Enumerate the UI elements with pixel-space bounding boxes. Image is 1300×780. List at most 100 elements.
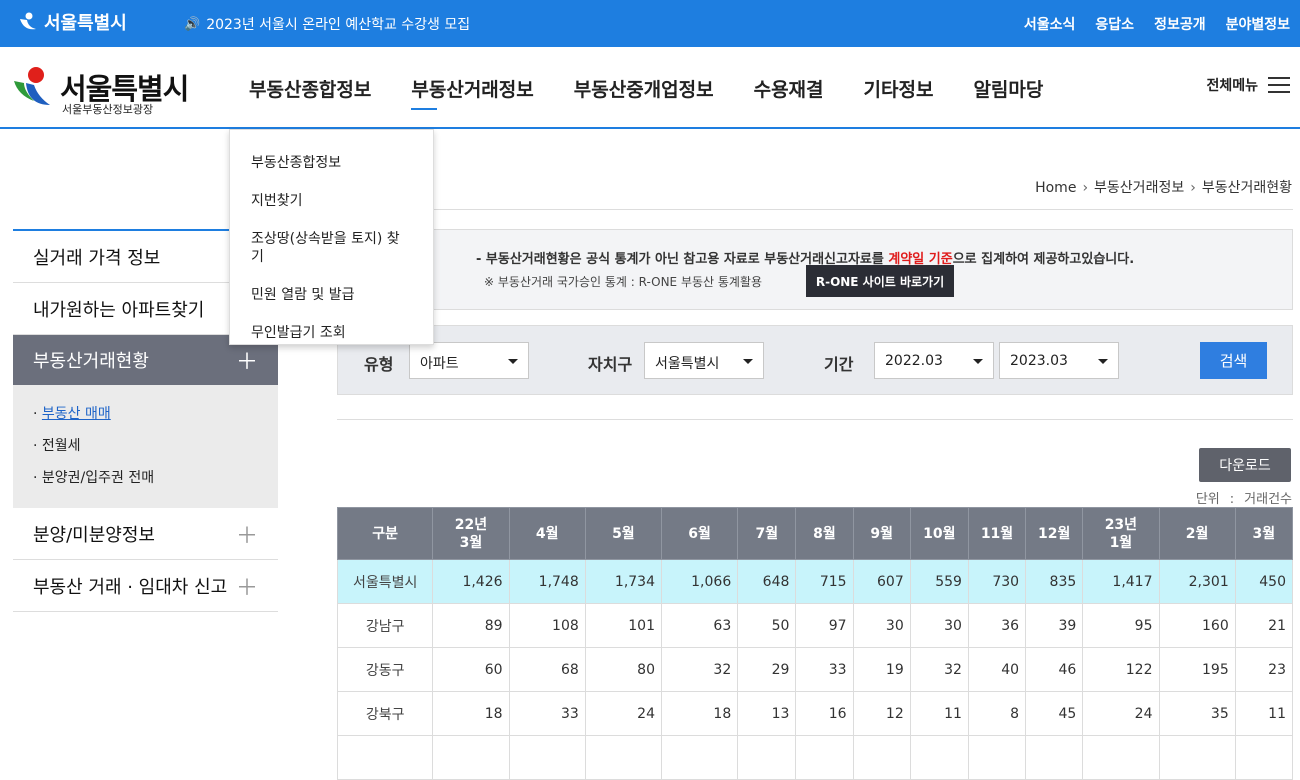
chevron-right-icon: › — [1082, 180, 1089, 196]
table-cell — [432, 735, 510, 780]
top-link-eungdapso[interactable]: 응답소 — [1095, 14, 1134, 34]
submenu-label: 부동산 매매 — [41, 406, 111, 422]
top-link-news[interactable]: 서울소식 — [1024, 14, 1076, 34]
title-divider — [337, 209, 1293, 210]
table-header-row: 구분 22년 3월 4월 5월 6월 7월 8월 9월 10월 11월 12월 23년 1월 2월 3월 — [336, 507, 1294, 560]
table-cell — [660, 735, 739, 780]
top-bar: 서울특별시 🔊 2023년 서울시 온라인 예산학교 수강생 모집 서울소식 응… — [0, 0, 1300, 47]
nav-expropriation[interactable]: 수용재결 — [754, 75, 824, 102]
sidebar-item-label: 부동산 거래 · 임대차 신고 — [33, 576, 228, 598]
notice-link[interactable]: 🔊 2023년 서울시 온라인 예산학교 수강생 모집 — [184, 14, 470, 34]
table-cell: 32 — [909, 647, 969, 692]
table-row: 강동구 60 68 80 32 29 33 19 32 40 46 122 195 23 — [336, 647, 1294, 692]
top-links: 서울소식 응답소 정보공개 분야별정보 — [1004, 14, 1290, 34]
nav-other-info[interactable]: 기타정보 — [864, 75, 934, 102]
nav-transaction-info[interactable]: 부동산거래정보 — [411, 75, 534, 110]
notice-text: 2023년 서울시 온라인 예산학교 수강생 모집 — [206, 17, 471, 33]
table-cell: 18 — [432, 691, 510, 736]
column-header-line: 22년 — [454, 516, 488, 533]
period-to-value: 2023.03 — [1010, 353, 1068, 369]
column-header: 4월 — [508, 507, 586, 560]
table-cell: 1,734 — [584, 559, 663, 604]
column-header: 23년 1월 — [1082, 507, 1160, 560]
dropdown-item-lot-search[interactable]: 지번찾기 — [230, 182, 433, 220]
table-cell — [967, 735, 1027, 780]
table-cell: 24 — [1082, 691, 1160, 736]
table-cell: 40 — [967, 647, 1027, 692]
submenu-label: 분양권/입주권 전매 — [41, 470, 155, 486]
dropdown-item-kiosk[interactable]: 무인발급기 조회 — [230, 314, 433, 352]
caret-down-icon — [1098, 359, 1108, 364]
column-header-line: 5월 — [612, 525, 635, 542]
table-head: 구분 22년 3월 4월 5월 6월 7월 8월 9월 10월 11월 12월 23년 1월 2월 3월 — [336, 507, 1294, 560]
chevron-right-icon: › — [1190, 180, 1196, 196]
table-cell — [1025, 735, 1084, 780]
table-cell: 2,301 — [1158, 559, 1236, 604]
table-cell: 36 — [967, 603, 1027, 648]
sidebar-item-report[interactable]: 부동산 거래 · 임대차 신고 ＋ — [13, 560, 278, 612]
column-header: 구분 — [336, 507, 434, 560]
table-cell: 19 — [852, 647, 911, 692]
nav-real-estate-info[interactable]: 부동산종합정보 — [249, 75, 371, 102]
table-cell: 648 — [737, 559, 797, 604]
sidebar-item-label: 분양/미분양정보 — [33, 524, 155, 546]
column-header-line: 23년 — [1104, 516, 1138, 533]
breadcrumb-home[interactable]: Home — [1035, 180, 1076, 196]
site-logo[interactable]: 서울특별시 서울부동산정보광장 — [12, 65, 202, 116]
district-select[interactable]: 서울특별시 — [644, 342, 764, 379]
submenu-item-sale[interactable]: · 부동산 매매 — [33, 403, 258, 423]
table-cell: 23 — [1234, 647, 1294, 692]
table-cell: 13 — [737, 691, 797, 736]
nav-notice[interactable]: 알림마당 — [973, 75, 1043, 102]
period-from-select[interactable]: 2022.03 — [874, 342, 994, 379]
column-header: 6월 — [660, 507, 739, 560]
seoul-brand-link[interactable]: 서울특별시 — [18, 9, 127, 35]
column-header: 9월 — [852, 507, 911, 560]
table-row: 강남구 89 108 101 63 50 97 30 30 36 39 95 160 21 — [336, 603, 1294, 648]
table-cell — [1082, 735, 1160, 780]
table-cell: 16 — [795, 691, 854, 736]
type-label: 유형 — [364, 355, 394, 374]
table-cell: 559 — [909, 559, 969, 604]
table-cell: 50 — [737, 603, 797, 648]
rone-site-button[interactable]: R-ONE 사이트 바로가기 — [806, 265, 954, 297]
nav-broker-info[interactable]: 부동산중개업정보 — [574, 75, 714, 102]
table-cell: 607 — [852, 559, 911, 604]
table-cell — [336, 735, 434, 780]
table-cell: 8 — [967, 691, 1027, 736]
sidebar-submenu: · 부동산 매매 · 전월세 · 분양권/입주권 전매 — [13, 385, 278, 508]
column-header-line: 6월 — [688, 525, 711, 542]
table-cell: 108 — [508, 603, 586, 648]
dropdown-item-ancestor-land[interactable]: 조상땅(상속받을 토지) 찾기 — [230, 220, 433, 276]
column-header-line: 4월 — [535, 525, 559, 542]
submenu-item-rent[interactable]: · 전월세 — [33, 435, 258, 455]
column-header-line: 7월 — [755, 525, 779, 542]
table-cell: 450 — [1234, 559, 1294, 604]
caret-down-icon — [743, 359, 753, 364]
row-name-cell: 강북구 — [336, 691, 434, 736]
column-header: 22년 3월 — [432, 507, 510, 560]
top-link-info-open[interactable]: 정보공개 — [1154, 14, 1206, 34]
table-cell: 122 — [1082, 647, 1160, 692]
search-button[interactable]: 검색 — [1200, 342, 1267, 379]
table-cell — [909, 735, 969, 780]
table-cell: 1,066 — [660, 559, 739, 604]
period-to-select[interactable]: 2023.03 — [999, 342, 1119, 379]
table-cell — [584, 735, 663, 780]
table-cell: 24 — [584, 691, 663, 736]
all-menu-button[interactable]: 전체메뉴 — [1206, 75, 1290, 95]
column-header-line: 3월 — [1252, 525, 1276, 542]
submenu-item-presale-resale[interactable]: · 분양권/입주권 전매 — [33, 467, 258, 487]
column-header: 12월 — [1025, 507, 1084, 560]
dropdown-item-real-estate-info[interactable]: 부동산종합정보 — [230, 144, 433, 182]
caret-down-icon — [508, 359, 518, 364]
breadcrumb-transaction-info[interactable]: 부동산거래정보 — [1094, 180, 1184, 196]
dropdown-item-civil-docs[interactable]: 민원 열람 및 발급 — [230, 276, 433, 314]
table-cell: 33 — [508, 691, 586, 736]
table-cell: 1,426 — [432, 559, 510, 604]
download-button[interactable]: 다운로드 — [1199, 448, 1291, 482]
table-cell: 195 — [1158, 647, 1236, 692]
top-link-field-info[interactable]: 분야별정보 — [1226, 14, 1290, 34]
unit-label-text: 단위 — [1195, 492, 1220, 507]
sidebar-item-presale-info[interactable]: 분양/미분양정보 ＋ — [13, 508, 278, 560]
